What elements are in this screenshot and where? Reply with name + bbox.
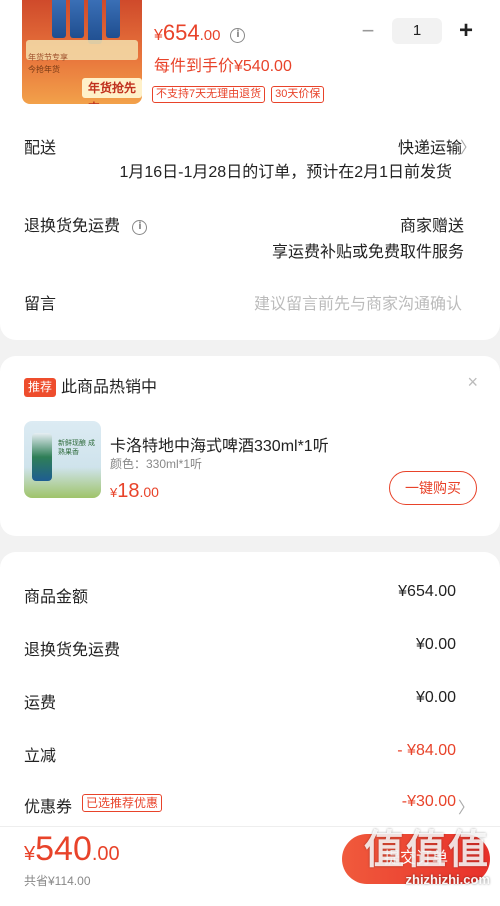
chevron-right-icon[interactable]: 〉 bbox=[460, 134, 476, 158]
recommend-badge: 推荐 bbox=[24, 378, 57, 397]
watermark-glyphs: 值值值 bbox=[364, 828, 490, 872]
bottle-image bbox=[106, 0, 120, 38]
delivery-label: 配送 bbox=[24, 140, 57, 157]
image-caption: 新鲜现酿 成熟果香 bbox=[58, 440, 95, 456]
thumbnail-promo-text: 年货节专享 bbox=[28, 53, 68, 62]
summary-label-return: 退换货免运费 bbox=[24, 642, 121, 659]
product-thumbnail[interactable]: 年货节专享 今抢年货 年货抢先屯 bbox=[22, 0, 142, 104]
price-decimal: .00 bbox=[139, 484, 159, 500]
watermark-logo: 值值值 zhizhizhi.com bbox=[364, 828, 490, 887]
price-currency: ¥ bbox=[154, 27, 163, 44]
recommend-product-image[interactable]: 新鲜现酿 成熟果香 bbox=[24, 421, 101, 498]
return-shipping-text: 退换货免运费 bbox=[24, 218, 121, 235]
price-integer: 18 bbox=[117, 480, 140, 502]
price-protect-tag: 30天价保 bbox=[271, 86, 325, 103]
info-icon[interactable]: i bbox=[230, 28, 246, 43]
watermark-domain: zhizhizhi.com bbox=[405, 872, 491, 887]
product-price: ¥ 654 .00 i bbox=[154, 20, 246, 46]
bottle-image bbox=[88, 0, 102, 44]
summary-label-shipping: 运费 bbox=[24, 695, 57, 712]
beer-can-image bbox=[32, 433, 52, 481]
total-saved: 共省¥114.00 bbox=[24, 874, 91, 888]
price-currency: ¥ bbox=[110, 485, 118, 500]
one-click-buy-button[interactable]: 一键购买 bbox=[389, 471, 477, 505]
summary-value-goods: ¥654.00 bbox=[398, 583, 456, 600]
bottle-image bbox=[52, 0, 66, 38]
no-return-tag: 不支持7天无理由退货 bbox=[152, 86, 266, 103]
return-shipping-sub: 享运费补贴或免费取件服务 bbox=[271, 244, 464, 261]
coupon-tag: 已选推荐优惠 bbox=[82, 794, 163, 812]
delivery-method[interactable]: 快递运输 bbox=[398, 134, 462, 158]
chevron-right-icon[interactable]: 〉 bbox=[458, 794, 474, 818]
summary-value-shipping: ¥0.00 bbox=[415, 689, 456, 706]
message-input[interactable]: 建议留言前先与商家沟通确认 bbox=[254, 290, 462, 314]
summary-value-return: ¥0.00 bbox=[415, 636, 456, 653]
summary-label-goods: 商品金额 bbox=[24, 589, 89, 606]
info-icon[interactable]: i bbox=[132, 220, 148, 235]
thumbnail-promo-text: 今抢年货 bbox=[28, 65, 60, 74]
price-integer: 654 bbox=[162, 20, 200, 45]
recommend-product-name[interactable]: 卡洛特地中海式啤酒330ml*1听 bbox=[110, 432, 329, 456]
plus-icon[interactable]: + bbox=[454, 17, 478, 45]
return-shipping-value: 商家赠送 bbox=[399, 218, 464, 235]
summary-label-discount: 立减 bbox=[24, 748, 57, 765]
quantity-stepper: − 1 + bbox=[356, 17, 478, 45]
recommend-price: ¥ 18 .00 bbox=[110, 480, 159, 503]
price-decimal: .00 bbox=[199, 27, 221, 44]
unit-price: 每件到手价¥540.00 bbox=[154, 58, 292, 75]
price-decimal: .00 bbox=[91, 843, 120, 865]
minus-icon[interactable]: − bbox=[356, 18, 380, 44]
bottle-image bbox=[70, 0, 84, 38]
message-label: 留言 bbox=[24, 296, 57, 313]
close-icon[interactable]: × bbox=[467, 372, 478, 393]
recommend-product-spec: 颜色：330ml*1听 bbox=[110, 457, 203, 471]
price-currency: ¥ bbox=[24, 843, 36, 865]
recommend-title: 此商品热销中 bbox=[61, 379, 158, 396]
price-integer: 540 bbox=[35, 830, 92, 868]
summary-value-discount: - ¥84.00 bbox=[397, 742, 456, 759]
return-shipping-label: 退换货免运费 i bbox=[24, 212, 148, 237]
delivery-note: 1月16日-1月28日的订单，预计在2月1日前发货 bbox=[119, 164, 452, 181]
total-price: ¥ 540 .00 bbox=[24, 830, 120, 869]
quantity-input[interactable]: 1 bbox=[392, 18, 442, 44]
service-tags: 不支持7天无理由退货 30天价保 bbox=[152, 86, 325, 103]
summary-value-coupon[interactable]: -¥30.00 bbox=[402, 793, 456, 811]
summary-label-coupon: 优惠券 bbox=[24, 799, 73, 816]
thumbnail-banner: 年货抢先屯 bbox=[82, 78, 142, 104]
